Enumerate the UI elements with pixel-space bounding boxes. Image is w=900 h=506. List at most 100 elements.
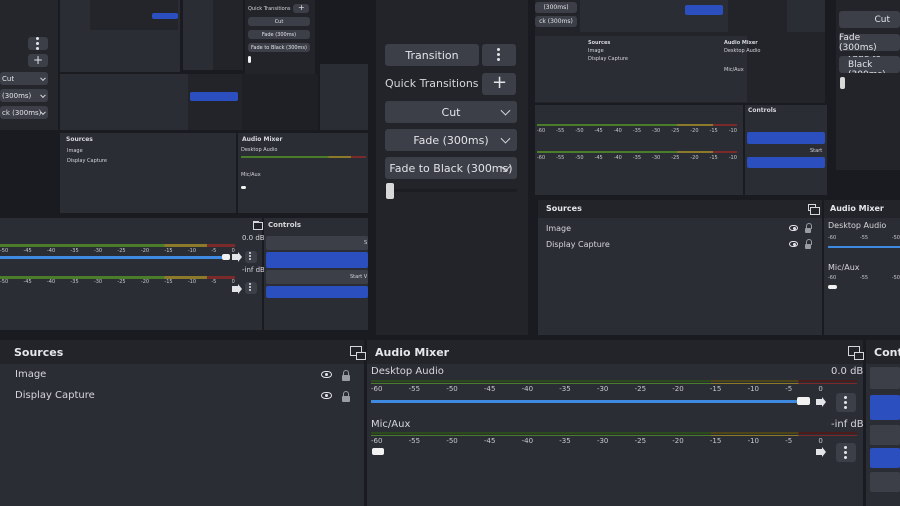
mini-left-fade[interactable]: (300ms) xyxy=(0,89,48,102)
tick-label: -20 xyxy=(672,385,684,393)
left-desktop-slider[interactable] xyxy=(0,256,222,259)
undock-icon[interactable] xyxy=(848,346,864,360)
right-mini-desktop: Desktop Audio xyxy=(724,48,761,54)
quick-transition-cut[interactable]: Cut xyxy=(385,101,517,123)
right-mini-c xyxy=(787,0,825,32)
mini-audio-knob[interactable] xyxy=(241,186,246,189)
transition-slider-track xyxy=(385,189,517,192)
kebab-icon xyxy=(36,42,39,45)
speaker-icon[interactable] xyxy=(232,284,242,294)
eye-icon[interactable] xyxy=(789,241,798,247)
right-audio-knob[interactable] xyxy=(828,285,837,289)
quick-transition-fade[interactable]: Fade (300ms) xyxy=(385,129,517,151)
right-controls-virtual[interactable] xyxy=(747,157,825,168)
mini-left-cut[interactable]: Cut xyxy=(0,72,48,85)
right-qt-slider[interactable] xyxy=(840,77,845,89)
transition-button[interactable]: Transition xyxy=(385,44,479,66)
right-qt-fade-black[interactable]: Fade to Black (300ms) xyxy=(839,56,900,73)
undock-icon[interactable] xyxy=(350,346,366,360)
add-quick-transition-button[interactable]: + xyxy=(482,73,516,95)
eye-icon[interactable] xyxy=(789,225,798,231)
right-controls-stream[interactable] xyxy=(747,132,825,144)
tick-label: -50 xyxy=(446,385,458,393)
right-mini-blue xyxy=(685,5,723,15)
eye-icon[interactable] xyxy=(321,371,332,378)
source-item-display-capture[interactable]: Display Capture xyxy=(15,390,95,401)
left-desktop-kebab[interactable] xyxy=(245,251,257,263)
quick-transition-fade-label: Fade (300ms) xyxy=(413,133,489,147)
left-desktop-ticks: -50 -45 -40 -35 -30 -25 -20 -15 -10 -5 0 xyxy=(0,248,235,254)
tick-label: -45 xyxy=(483,385,496,393)
mini-qt-plus[interactable]: + xyxy=(293,4,309,13)
undock-icon[interactable] xyxy=(808,204,820,215)
controls-stop-streaming[interactable] xyxy=(870,395,900,420)
right-sources-panel xyxy=(538,200,822,335)
mini-qt-label: Quick Transitions xyxy=(248,6,291,12)
quick-transition-fade-black[interactable]: Fade to Black (300ms) xyxy=(385,157,517,179)
speaker-icon[interactable] xyxy=(816,397,826,407)
lock-icon[interactable] xyxy=(342,370,350,381)
tick-label: -60 xyxy=(371,437,383,445)
mini-left-fade-black[interactable]: ck (300ms) xyxy=(0,106,48,119)
right-qt-fade[interactable]: Fade (300ms) xyxy=(839,33,900,53)
mini-qt-fade[interactable]: Fade (300ms) xyxy=(248,30,310,39)
right-source-image[interactable]: Image xyxy=(546,224,571,233)
right-fade-mini[interactable]: (300ms) xyxy=(535,2,577,13)
mini-audio-title: Audio Mixer xyxy=(242,136,283,143)
left-controls-title: Controls xyxy=(268,221,302,229)
lock-icon[interactable] xyxy=(342,391,350,402)
controls-virtual-camera[interactable] xyxy=(870,448,900,468)
controls-start-streaming[interactable] xyxy=(870,367,900,389)
transition-slider-handle[interactable] xyxy=(386,183,394,199)
kebab-icon xyxy=(249,255,251,257)
desktop-audio-volume-slider[interactable] xyxy=(371,400,799,403)
undock-icon[interactable] xyxy=(253,221,263,230)
source-item-image[interactable]: Image xyxy=(15,369,46,380)
left-audio-level-desktop: 0.0 dB xyxy=(242,234,265,242)
desktop-audio-menu-button[interactable] xyxy=(836,393,856,412)
left-controls-btn-1[interactable] xyxy=(266,236,368,250)
mini-left-plus-button[interactable]: + xyxy=(28,54,48,67)
controls-studio-mode[interactable] xyxy=(870,472,900,492)
eye-icon[interactable] xyxy=(321,392,332,399)
plus-icon: + xyxy=(298,3,305,12)
right-qt-fade-black-label: Fade to Black (300ms) xyxy=(848,56,886,73)
mini-left-kebab-button[interactable] xyxy=(28,37,48,50)
left-controls-btn-stream[interactable] xyxy=(266,252,368,268)
mini-blue-bar xyxy=(152,13,178,19)
right-audio-mic: Mic/Aux xyxy=(828,263,860,272)
mic-aux-volume-handle[interactable] xyxy=(372,448,384,455)
right-audio-desktop: Desktop Audio xyxy=(828,221,887,230)
right-qt-cut[interactable]: Cut xyxy=(839,11,900,28)
sources-dock xyxy=(0,340,364,506)
mini-sources-display: Display Capture xyxy=(67,158,107,164)
mini-qt-slider[interactable] xyxy=(248,56,251,63)
right-mini-b xyxy=(535,36,747,102)
speaker-icon[interactable] xyxy=(816,447,826,457)
transition-menu-button[interactable] xyxy=(482,44,516,66)
quick-transitions-label: Quick Transitions xyxy=(385,77,479,90)
speaker-icon[interactable] xyxy=(232,252,242,262)
controls-record[interactable] xyxy=(870,425,900,445)
mini-qt-fade-black[interactable]: Fade to Black (300ms) xyxy=(248,43,310,52)
right-source-display[interactable]: Display Capture xyxy=(546,240,610,249)
sources-titlebar: Sources xyxy=(0,340,364,364)
mini-audio-meter xyxy=(241,156,366,158)
mic-aux-menu-button[interactable] xyxy=(836,443,856,462)
right-fade-black-mini[interactable]: ck (300ms) xyxy=(535,16,577,27)
lock-icon[interactable] xyxy=(805,223,812,233)
mini-mid-d xyxy=(242,74,318,130)
desktop-audio-meter xyxy=(371,380,857,382)
left-controls-btn-virtual[interactable] xyxy=(266,286,368,298)
lock-icon[interactable] xyxy=(805,239,812,249)
left-audio-panel xyxy=(0,218,262,330)
tick-label: -55 xyxy=(408,437,421,445)
right-audio-slider[interactable] xyxy=(828,246,900,248)
mini-mid-c xyxy=(188,74,242,130)
left-desktop-knob[interactable] xyxy=(222,254,230,260)
desktop-audio-volume-handle[interactable] xyxy=(797,397,810,405)
tick-label: -10 xyxy=(747,437,759,445)
left-mic-kebab[interactable] xyxy=(245,282,257,294)
mini-qt-cut[interactable]: Cut xyxy=(248,17,310,26)
right-controls-title: Controls xyxy=(748,107,777,114)
